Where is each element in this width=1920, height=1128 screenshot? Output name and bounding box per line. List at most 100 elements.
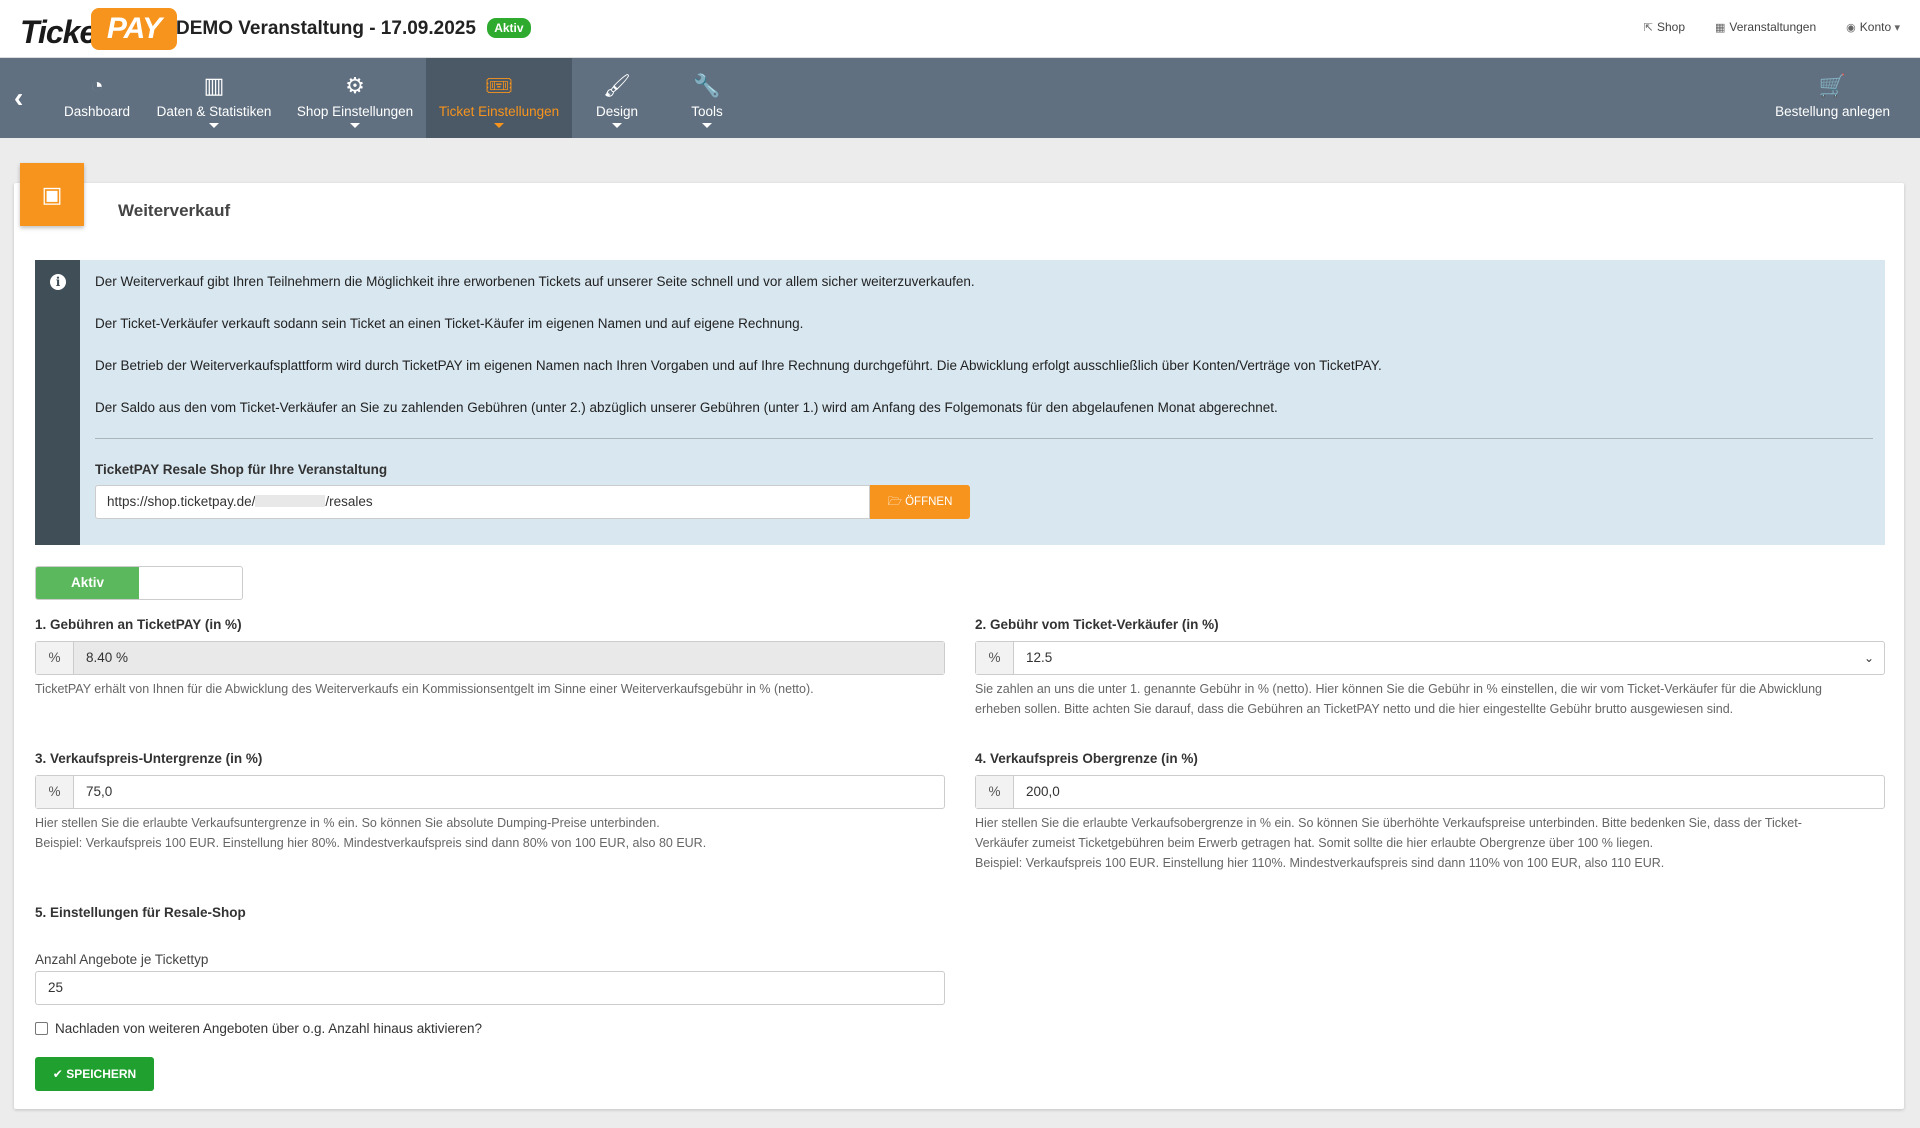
calendar-icon: ▦ (1715, 22, 1726, 34)
fee-ticketpay-input: % 8.40 % (35, 641, 945, 675)
max-price-help-line-2: Verkäufer zumeist Ticketgebühren beim Er… (975, 836, 1654, 850)
nav-design[interactable]: 🖌 Design (585, 58, 649, 138)
nav-dashboard-label: Dashboard (63, 104, 131, 119)
seller-fee-help-line-1: Sie zahlen an uns die unter 1. genannte … (975, 682, 1823, 696)
nav-shop-settings-label: Shop Einstellungen (296, 104, 414, 119)
events-link-label: Veranstaltungen (1729, 20, 1817, 34)
nav-ticket-settings-label: Ticket Einstellungen (438, 104, 560, 119)
offers-per-tickettype-input[interactable]: 25 (35, 971, 945, 1005)
percent-addon: % (36, 776, 74, 808)
chevron-down-icon: ⌄ (1864, 651, 1875, 665)
max-price-help-line-3: Beispiel: Verkaufspreis 100 EUR. Einstel… (975, 856, 1665, 870)
nav-ticket-settings[interactable]: 🎟 Ticket Einstellungen (426, 58, 572, 138)
reload-offers-label: Nachladen von weiteren Angeboten über o.… (55, 1021, 483, 1036)
percent-addon: % (36, 642, 74, 674)
open-shop-button[interactable]: 🗁 ÖFFNEN (870, 485, 970, 519)
resale-shop-label: TicketPAY Resale Shop für Ihre Veranstal… (95, 462, 388, 477)
money-icon: ▣ (20, 163, 84, 226)
nav-statistics[interactable]: ▥ Daten & Statistiken (152, 58, 276, 138)
events-link[interactable]: ▦ Veranstaltungen (1715, 20, 1816, 34)
account-label: Konto (1859, 20, 1892, 34)
caret-down-icon: ▾ (1894, 22, 1900, 34)
seller-fee-help-line-2: erheben sollen. Bitte achten Sie darauf,… (975, 702, 1734, 716)
save-button[interactable]: ✔ SPEICHERN (35, 1057, 154, 1091)
nav-design-label: Design (595, 104, 639, 119)
url-redacted (255, 495, 326, 507)
max-price-value: 200,0 (1026, 784, 1060, 799)
caret-down-icon (209, 123, 219, 128)
info-paragraph-2: Der Ticket-Verkäufer verkauft sodann sei… (95, 316, 804, 331)
info-paragraph-1: Der Weiterverkauf gibt Ihren Teilnehmern… (95, 274, 975, 289)
top-header: Ticket PAY DEMO Veranstaltung - 17.09.20… (0, 0, 1920, 58)
nav-tools[interactable]: 🔧 Tools (676, 58, 738, 138)
save-button-label: SPEICHERN (66, 1067, 137, 1081)
percent-addon: % (976, 642, 1014, 674)
url-suffix: /resales (325, 494, 373, 509)
active-toggle[interactable]: Aktiv (35, 566, 243, 600)
create-order-button[interactable]: 🛒 Bestellung anlegen (1775, 58, 1890, 138)
info-box-sidebar: i (35, 260, 80, 545)
info-paragraph-3: Der Betrieb der Weiterverkaufsplattform … (95, 358, 1382, 373)
max-price-input[interactable]: % 200,0 (975, 775, 1885, 809)
brush-icon: 🖌 (603, 73, 631, 98)
caret-down-icon (702, 123, 712, 128)
cart-icon: 🛒 (1818, 73, 1847, 98)
max-price-help-line-1: Hier stellen Sie die erlaubte Verkaufsob… (975, 816, 1802, 830)
max-price-label: 4. Verkaufspreis Obergrenze (in %) (975, 751, 1198, 766)
check-icon: ✔ (52, 1067, 63, 1081)
open-shop-label: ÖFFNEN (905, 496, 953, 508)
info-icon: i (50, 274, 66, 290)
status-badge: Aktiv (487, 18, 531, 38)
caret-down-icon (350, 123, 360, 128)
reload-offers-checkbox[interactable] (35, 1022, 48, 1035)
min-price-label: 3. Verkaufspreis-Untergrenze (in %) (35, 751, 263, 766)
info-paragraph-4: Der Saldo aus den vom Ticket-Verkäufer a… (95, 400, 1278, 415)
dashboard-icon: ◔ (90, 73, 104, 98)
shop-link-label: Shop (1656, 20, 1685, 34)
caret-down-icon (612, 123, 622, 128)
info-box: i Der Weiterverkauf gibt Ihren Teilnehme… (35, 260, 1885, 545)
seller-fee-label: 2. Gebühr vom Ticket-Verkäufer (in %) (975, 617, 1219, 632)
wrench-icon: 🔧 (693, 73, 721, 98)
folder-open-icon: 🗁 (887, 496, 902, 508)
external-link-icon: ⇱ (1643, 22, 1653, 34)
fee-ticketpay-help: TicketPAY erhält von Ihnen für die Abwic… (35, 682, 814, 696)
nav-dashboard[interactable]: ◔ Dashboard (55, 58, 139, 138)
main-nav: ‹ ◔ Dashboard ▥ Daten & Statistiken ⚙ Sh… (0, 58, 1920, 138)
seller-fee-select[interactable]: % 12.5 ⌄ (975, 641, 1885, 675)
account-menu[interactable]: ◉ Konto ▾ (1846, 20, 1904, 34)
create-order-label: Bestellung anlegen (1775, 104, 1890, 119)
resale-shop-settings-title: 5. Einstellungen für Resale-Shop (35, 905, 246, 920)
bar-chart-icon: ▥ (203, 73, 225, 98)
back-chevron-icon[interactable]: ‹ (14, 84, 38, 112)
gear-icon: ⚙ (345, 73, 365, 98)
caret-down-icon (494, 123, 504, 128)
percent-addon: % (976, 776, 1014, 808)
min-price-value: 75,0 (86, 784, 113, 799)
shop-link[interactable]: ⇱ Shop (1644, 20, 1685, 34)
url-prefix: https://shop.ticketpay.de/ (107, 494, 256, 509)
nav-statistics-label: Daten & Statistiken (156, 104, 272, 119)
event-title: DEMO Veranstaltung - 17.09.2025 Aktiv (176, 18, 531, 40)
user-circle-icon: ◉ (1846, 22, 1856, 34)
nav-tools-label: Tools (691, 104, 723, 119)
min-price-input[interactable]: % 75,0 (35, 775, 945, 809)
event-title-text: DEMO Veranstaltung - 17.09.2025 (176, 18, 476, 39)
min-price-help-line-2: Beispiel: Verkaufspreis 100 EUR. Einstel… (35, 836, 707, 850)
nav-shop-settings[interactable]: ⚙ Shop Einstellungen (290, 58, 420, 138)
resale-shop-url-input[interactable]: https://shop.ticketpay.de/ /resales (95, 485, 870, 519)
card-title: Weiterverkauf (118, 201, 231, 220)
logo-text-pay: PAY (91, 8, 177, 50)
active-toggle-on: Aktiv (36, 567, 139, 599)
ticketpay-logo[interactable]: Ticket PAY (20, 8, 177, 50)
offers-per-tickettype-label: Anzahl Angebote je Tickettyp (35, 952, 209, 967)
info-divider (95, 438, 1873, 439)
min-price-help: Hier stellen Sie die erlaubte Verkaufsun… (35, 813, 706, 853)
seller-fee-help: Sie zahlen an uns die unter 1. genannte … (975, 679, 1822, 719)
min-price-help-line-1: Hier stellen Sie die erlaubte Verkaufsun… (35, 816, 660, 830)
seller-fee-value: 12.5 (1026, 650, 1053, 665)
max-price-help: Hier stellen Sie die erlaubte Verkaufsob… (975, 813, 1802, 873)
fee-ticketpay-label: 1. Gebühren an TicketPAY (in %) (35, 617, 242, 632)
top-links: ⇱ Shop ▦ Veranstaltungen ◉ Konto ▾ (1644, 20, 1904, 34)
fee-ticketpay-value: 8.40 % (74, 642, 944, 674)
